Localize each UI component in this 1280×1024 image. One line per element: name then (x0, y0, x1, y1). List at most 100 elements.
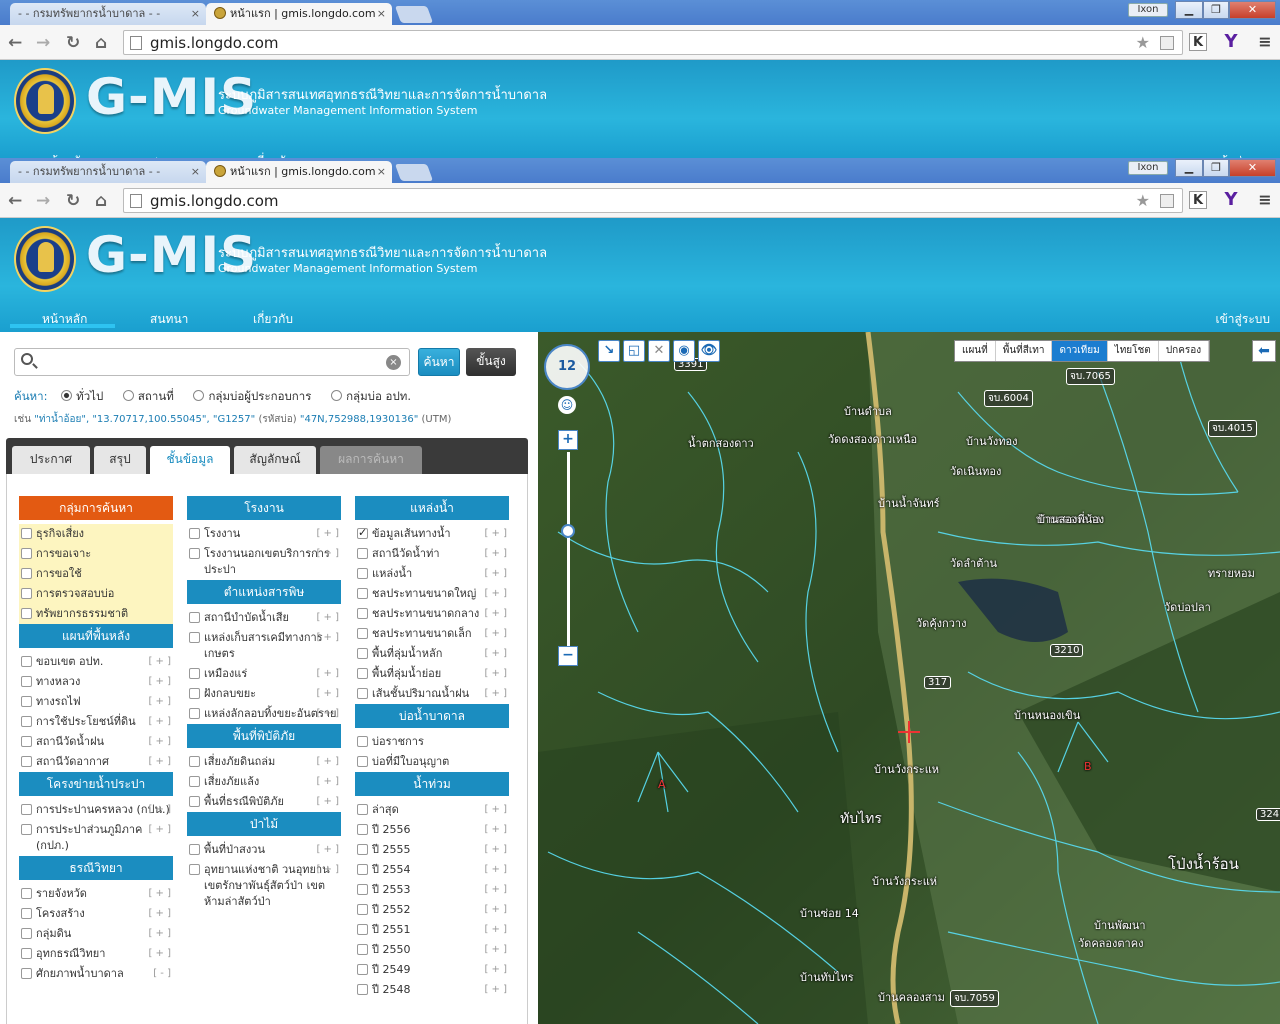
close-tab-icon[interactable]: × (191, 3, 200, 24)
layer-item[interactable]: การประปานครหลวง (กปน.)[ + ] (19, 800, 173, 820)
layer-item[interactable]: แหล่งลักลอบทิ้งขยะอันตราย[ + ] (187, 704, 341, 724)
streetview-person-icon[interactable]: ☺ (558, 396, 576, 414)
layer-item[interactable]: ฝังกลบขยะ[ + ] (187, 684, 341, 704)
user-badge[interactable]: Ixon (1128, 161, 1168, 175)
layer-item[interactable]: ปี 2551[ + ] (355, 920, 509, 940)
address-bar[interactable]: gmis.longdo.com ★ (123, 188, 1183, 213)
layer-item[interactable]: เหมืองแร่[ + ] (187, 664, 341, 684)
close-tab-icon[interactable]: × (191, 161, 200, 182)
layer-item[interactable]: ปี 2552[ + ] (355, 900, 509, 920)
radio-place[interactable]: สถานที่ (122, 388, 174, 406)
layer-item[interactable]: แหล่งเก็บสารเคมีทางการเกษตร[ + ] (187, 628, 341, 664)
clear-drawing-icon[interactable]: ✕ (648, 340, 670, 362)
menu-icon[interactable]: ≡ (1256, 191, 1274, 209)
clear-search-icon[interactable]: × (386, 355, 401, 370)
layer-item[interactable]: ชลประทานขนาดเล็ก[ + ] (355, 624, 509, 644)
layer-item[interactable]: กลุ่มดิน[ + ] (19, 924, 173, 944)
layer-item[interactable]: การตรวจสอบบ่อ (19, 584, 173, 604)
draw-polygon-icon[interactable]: ◱ (623, 340, 645, 362)
back-arrow-icon[interactable]: ← (8, 191, 22, 211)
close-tab-icon[interactable]: × (377, 161, 386, 182)
close-window-icon[interactable]: ✕ (1229, 159, 1276, 177)
zoom-slider-handle[interactable] (561, 524, 575, 538)
layer-item[interactable]: ปี 2555[ + ] (355, 840, 509, 860)
close-window-icon[interactable]: ✕ (1229, 1, 1276, 19)
layer-item[interactable]: ทางหลวง[ + ] (19, 672, 173, 692)
bookmark-star-icon[interactable]: ★ (1136, 33, 1150, 52)
layer-item[interactable]: โครงสร้าง[ + ] (19, 904, 173, 924)
layer-item[interactable]: สถานีบำบัดน้ำเสีย[ + ] (187, 608, 341, 628)
layer-item[interactable]: ล่าสุด[ + ] (355, 800, 509, 820)
search-button[interactable]: ค้นหา (418, 348, 460, 376)
layer-item[interactable]: ชลประทานขนาดใหญ่[ + ] (355, 584, 509, 604)
close-tab-icon[interactable]: × (377, 3, 386, 24)
zoom-level[interactable]: 12 (544, 344, 590, 390)
draw-line-icon[interactable]: ↘ (598, 340, 620, 362)
layer-item[interactable]: เส้นชั้นปริมาณน้ำฝน[ + ] (355, 684, 509, 704)
home-icon[interactable]: ⌂ (95, 33, 107, 53)
menu-icon[interactable]: ≡ (1256, 33, 1274, 51)
yahoo-extension-icon[interactable]: Y (1222, 33, 1240, 51)
address-bar[interactable]: gmis.longdo.com ★ (123, 30, 1183, 55)
extension-icon[interactable] (1160, 36, 1174, 50)
layer-item[interactable]: สถานีวัดน้ำท่า[ + ] (355, 544, 509, 564)
zoom-in-button[interactable]: + (558, 430, 578, 450)
tab-dgr[interactable]: - - กรมทรัพยากรน้ำบาดาล - - × (10, 161, 206, 183)
maptype-satellite[interactable]: ดาวเทียม (1052, 341, 1108, 361)
k-extension-icon[interactable]: K (1189, 191, 1207, 209)
extension-icon[interactable] (1160, 194, 1174, 208)
home-icon[interactable]: ⌂ (95, 191, 107, 211)
layer-item[interactable]: เสี่ยงภัยแล้ง[ + ] (187, 772, 341, 792)
layer-item[interactable]: โรงงาน[ + ] (187, 524, 341, 544)
layer-item[interactable]: โรงงานนอกเขตบริการการประปา[ + ] (187, 544, 341, 580)
layer-item[interactable]: สถานีวัดอากาศ[ + ] (19, 752, 173, 772)
map-marker-a[interactable]: A (658, 778, 666, 791)
maptype-admin[interactable]: ปกครอง (1159, 341, 1210, 361)
nav-discussion[interactable]: สนทนา (150, 310, 188, 329)
layer-item[interactable]: ปี 2549[ + ] (355, 960, 509, 980)
layer-item[interactable]: การขอใช้ (19, 564, 173, 584)
tab-gmis[interactable]: หน้าแรก | gmis.longdo.com × (206, 161, 392, 183)
layer-item[interactable]: ชลประทานขนาดกลาง[ + ] (355, 604, 509, 624)
radio-operator-wells[interactable]: กลุ่มบ่อผู้ประกอบการ (193, 388, 311, 406)
tab-legend[interactable]: สัญลักษณ์ (234, 446, 316, 474)
layer-item[interactable]: การใช้ประโยชน์ที่ดิน[ + ] (19, 712, 173, 732)
bookmark-star-icon[interactable]: ★ (1136, 191, 1150, 210)
back-arrow-icon[interactable]: ← (8, 33, 22, 53)
layer-item[interactable]: อุทกธรณีวิทยา[ + ] (19, 944, 173, 964)
tab-dgr[interactable]: - - กรมทรัพยากรน้ำบาดาล - - × (10, 3, 206, 25)
layer-item[interactable]: ปี 2550[ + ] (355, 940, 509, 960)
tab-announcement[interactable]: ประกาศ (12, 446, 90, 474)
reload-icon[interactable]: ↻ (66, 33, 80, 53)
layer-item[interactable]: ทางรถไฟ[ + ] (19, 692, 173, 712)
zoom-track[interactable] (567, 452, 570, 648)
nav-about[interactable]: เกี่ยวกับ (253, 310, 293, 329)
layer-item[interactable]: อุทยานแห่งชาติ วนอุทยาน เขตรักษาพันธุ์สั… (187, 860, 341, 912)
map-view[interactable]: A B บ้านดำบล วัดดงสองดาวเหนือ บ้านวังทอง… (538, 332, 1280, 1024)
radio-general[interactable]: ทั่วไป (61, 388, 103, 406)
maximize-icon[interactable]: ❐ (1203, 1, 1229, 19)
layer-item[interactable]: รายจังหวัด[ + ] (19, 884, 173, 904)
layer-item[interactable]: พื้นที่ลุ่มน้ำย่อย[ + ] (355, 664, 509, 684)
layer-item[interactable]: พื้นที่ธรณีพิบัติภัย[ + ] (187, 792, 341, 812)
layer-item[interactable]: ทรัพยากรธรรมชาติ (19, 604, 173, 624)
map-marker-b[interactable]: B (1084, 760, 1092, 773)
zoom-out-button[interactable]: − (558, 646, 578, 666)
search-box[interactable]: × (14, 348, 410, 376)
layer-item[interactable]: ขอบเขต อปท.[ + ] (19, 652, 173, 672)
login-link[interactable]: เข้าสู่ระบบ (1216, 310, 1271, 329)
layer-item[interactable]: บ่อราชการ (355, 732, 509, 752)
url-text[interactable]: gmis.longdo.com (150, 34, 279, 52)
radio-local-wells[interactable]: กลุ่มบ่อ อปท. (331, 388, 411, 406)
layer-info-icon[interactable]: ◉ (673, 340, 695, 362)
tab-layers[interactable]: ชั้นข้อมูล (150, 446, 230, 474)
minimize-icon[interactable]: ▁ (1175, 1, 1203, 19)
new-tab-button[interactable] (394, 6, 434, 23)
advanced-search-button[interactable]: ขั้นสูง (466, 348, 516, 376)
layer-item[interactable]: ศักยภาพน้ำบาดาล[ - ] (19, 964, 173, 984)
new-tab-button[interactable] (394, 164, 434, 181)
layer-item[interactable]: ปี 2553[ + ] (355, 880, 509, 900)
maptype-gray[interactable]: พื้นที่สีเทา (996, 341, 1053, 361)
layer-item-waterways[interactable]: ข้อมูลเส้นทางน้ำ[ + ] (355, 524, 509, 544)
user-badge[interactable]: Ixon (1128, 3, 1168, 17)
